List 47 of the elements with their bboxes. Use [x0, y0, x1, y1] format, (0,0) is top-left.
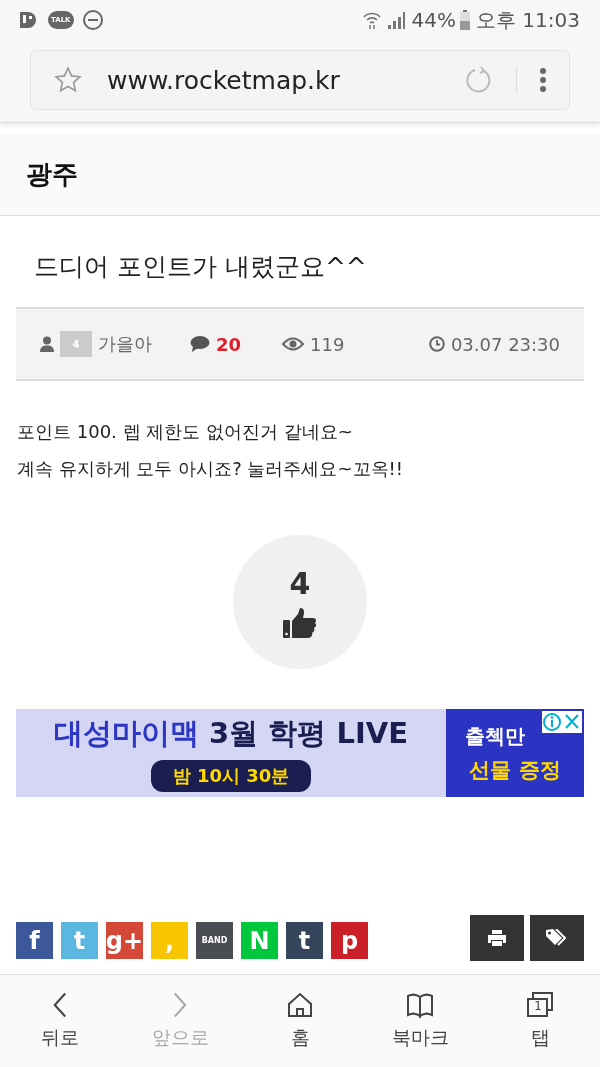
nav-button[interactable]: 1 탭	[490, 990, 590, 1052]
battery-icon	[460, 10, 470, 30]
clock: 오후 11:03	[476, 6, 580, 34]
tabs-icon	[526, 991, 554, 1019]
tags-button[interactable]	[530, 915, 584, 961]
post-title: 드디어 포인트가 내렸군요^^	[33, 251, 368, 283]
author-name[interactable]: 가을아	[98, 332, 152, 356]
star-icon[interactable]	[53, 65, 83, 95]
nav-button[interactable]: 북마크	[370, 990, 470, 1052]
ad-side-text: 출첵만	[465, 722, 525, 750]
address-bar[interactable]: www.rocketmap.kr	[30, 50, 570, 110]
tags-icon	[546, 929, 568, 947]
share-button[interactable]: g+	[106, 922, 143, 959]
share-button[interactable]: t	[286, 922, 323, 959]
ad-info-close-icon[interactable]	[542, 711, 582, 733]
do-not-disturb-icon	[81, 9, 104, 31]
share-button[interactable]: p	[331, 922, 368, 959]
ad-side-text: 선물 증정	[469, 756, 561, 784]
thumbs-up-icon	[283, 606, 317, 639]
ad-headline: 3월 학평 LIVE	[209, 715, 408, 752]
clock-icon	[428, 336, 445, 352]
post-date: 03.07 23:30	[450, 333, 560, 355]
person-icon	[40, 336, 54, 352]
speech-bubble-icon	[190, 335, 210, 353]
wifi-icon	[361, 10, 382, 30]
open-book-icon	[406, 991, 434, 1019]
view-count: 119	[310, 333, 345, 355]
like-button[interactable]: 4	[233, 535, 367, 669]
url-text: www.rocketmap.kr	[107, 65, 341, 95]
share-button[interactable]: f	[16, 922, 53, 959]
eye-icon	[282, 337, 304, 351]
ad-time-pill: 밤 10시 30분	[150, 760, 312, 792]
signal-icon	[385, 10, 406, 30]
tab-count: 1	[533, 999, 543, 1013]
more-menu-icon[interactable]	[539, 67, 547, 93]
home-icon	[286, 991, 314, 1019]
printer-icon	[488, 930, 506, 946]
nav-button[interactable]: 뒤로	[10, 990, 110, 1052]
board-title: 광주	[26, 157, 78, 191]
post-text: 계속 유지하게 모두 아시죠? 눌러주세요~꼬옥!!	[17, 457, 404, 481]
share-button[interactable]: BAND	[196, 922, 233, 959]
battery-percent: 44%	[411, 8, 456, 32]
post-text: 포인트 100. 렙 제한도 없어진거 같네요~	[17, 420, 354, 444]
ad-headline: 대성마이맥	[54, 715, 200, 752]
comment-count: 20	[216, 333, 242, 355]
print-button[interactable]	[470, 915, 524, 961]
nav-button[interactable]: 홈	[250, 990, 350, 1052]
